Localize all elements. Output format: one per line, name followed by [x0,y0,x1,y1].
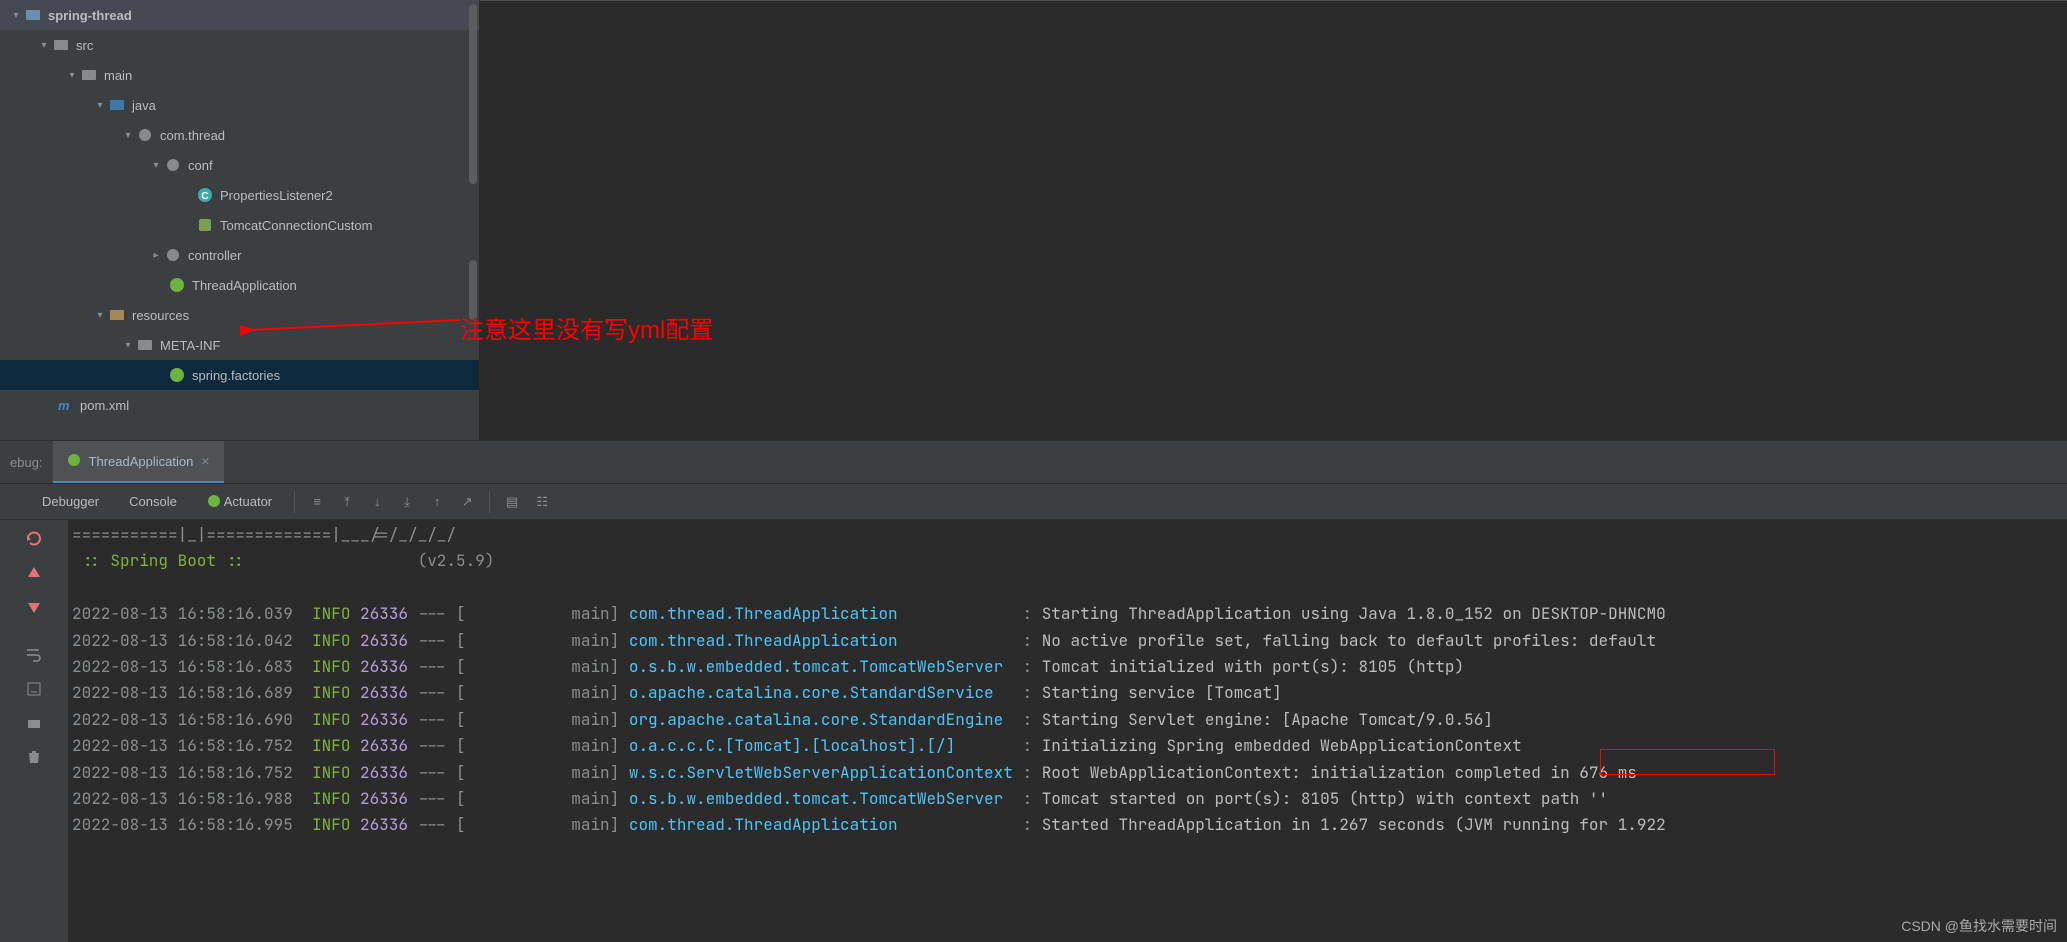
class-icon: C [196,186,214,204]
tree-label: conf [188,158,213,173]
component-icon [196,216,214,234]
step-icon[interactable]: ⤒ [333,488,361,516]
scrollbar-thumb[interactable] [469,260,477,320]
tree-label: META-INF [160,338,220,353]
rerun-icon[interactable] [21,526,47,552]
tree-node-class[interactable]: TomcatConnectionCustom [0,210,479,240]
console-gutter [0,520,68,942]
tree-label: TomcatConnectionCustom [220,218,372,233]
folder-icon [80,66,98,84]
maven-icon: m [56,396,74,414]
tree-node-spring-factories[interactable]: spring.factories [0,360,479,390]
tree-node-app[interactable]: ThreadApplication [0,270,479,300]
settings-icon[interactable]: ≡ [303,488,331,516]
tree-node-project[interactable]: ▾ spring-thread [0,0,479,30]
tree-node-conf[interactable]: ▾ conf [0,150,479,180]
chevron-down-icon: ▾ [64,67,80,83]
tree-label: java [132,98,156,113]
source-folder-icon [108,96,126,114]
scrollbar-thumb[interactable] [469,4,477,184]
print-icon[interactable] [21,710,47,736]
spring-icon [168,276,186,294]
chevron-down-icon: ▾ [120,127,136,143]
folder-icon [136,336,154,354]
tree-label: com.thread [160,128,225,143]
step-out-icon[interactable]: ↗ [453,488,481,516]
tree-label: spring.factories [192,368,280,383]
tree-label: main [104,68,132,83]
debug-tab[interactable]: ThreadApplication × [53,441,224,483]
chevron-right-icon: ▸ [148,247,164,263]
variables-icon[interactable]: ☷ [528,488,556,516]
chevron-down-icon: ▾ [36,37,52,53]
tab-debugger[interactable]: Debugger [28,488,113,515]
tab-actuator[interactable]: Actuator [193,488,286,515]
tab-console[interactable]: Console [115,488,191,515]
soft-wrap-icon[interactable] [21,642,47,668]
tree-label: ThreadApplication [192,278,297,293]
debug-tab-bar: ebug: ThreadApplication × [0,440,2067,484]
tree-node-main[interactable]: ▾ main [0,60,479,90]
tree-label: spring-thread [48,8,132,23]
spring-icon [67,453,81,470]
tree-label: resources [132,308,189,323]
spring-file-icon [168,366,186,384]
tree-node-metainf[interactable]: ▾ META-INF [0,330,479,360]
tree-node-src[interactable]: ▾ src [0,30,479,60]
svg-text:C: C [201,191,208,202]
tree-label: src [76,38,93,53]
down-arrow-icon[interactable] [21,594,47,620]
scroll-end-icon[interactable] [21,676,47,702]
tree-node-controller[interactable]: ▸ controller [0,240,479,270]
tree-label: controller [188,248,241,263]
tree-node-class[interactable]: C PropertiesListener2 [0,180,479,210]
close-icon[interactable]: × [201,453,209,469]
frames-icon[interactable]: ▤ [498,488,526,516]
package-icon [164,246,182,264]
download2-icon[interactable]: ⤓ [393,488,421,516]
up-arrow-icon[interactable] [21,560,47,586]
chevron-down-icon: ▾ [8,7,24,23]
download-icon[interactable]: ↓ [363,488,391,516]
separator [489,491,490,513]
separator [294,491,295,513]
tree-node-java[interactable]: ▾ java [0,90,479,120]
package-icon [164,156,182,174]
module-icon [24,6,42,24]
debug-tab-label: ThreadApplication [89,454,194,469]
resources-folder-icon [108,306,126,324]
trash-icon[interactable] [21,744,47,770]
chevron-down-icon: ▾ [92,307,108,323]
tree-node-resources[interactable]: ▾ resources [0,300,479,330]
tree-label: pom.xml [80,398,129,413]
chevron-down-icon: ▾ [120,337,136,353]
upload-icon[interactable]: ↑ [423,488,451,516]
editor-area [480,0,2067,440]
tree-node-package[interactable]: ▾ com.thread [0,120,479,150]
svg-text:m: m [58,398,70,413]
console-output[interactable]: ===========|_|=============|___/=/_/_/_/… [68,520,2067,942]
debug-panel-label: ebug: [0,455,53,470]
chevron-down-icon: ▾ [92,97,108,113]
actuator-icon [207,494,221,509]
debug-toolbar: Debugger Console Actuator ≡ ⤒ ↓ ⤓ ↑ ↗ ▤ … [0,484,2067,520]
watermark: CSDN @鱼找水需要时间 [1901,916,2057,936]
tree-node-pom[interactable]: m pom.xml [0,390,479,420]
chevron-down-icon: ▾ [148,157,164,173]
package-icon [136,126,154,144]
folder-icon [52,36,70,54]
project-tree[interactable]: ▾ spring-thread ▾ src ▾ main ▾ java ▾ co… [0,0,480,440]
tree-label: PropertiesListener2 [220,188,333,203]
